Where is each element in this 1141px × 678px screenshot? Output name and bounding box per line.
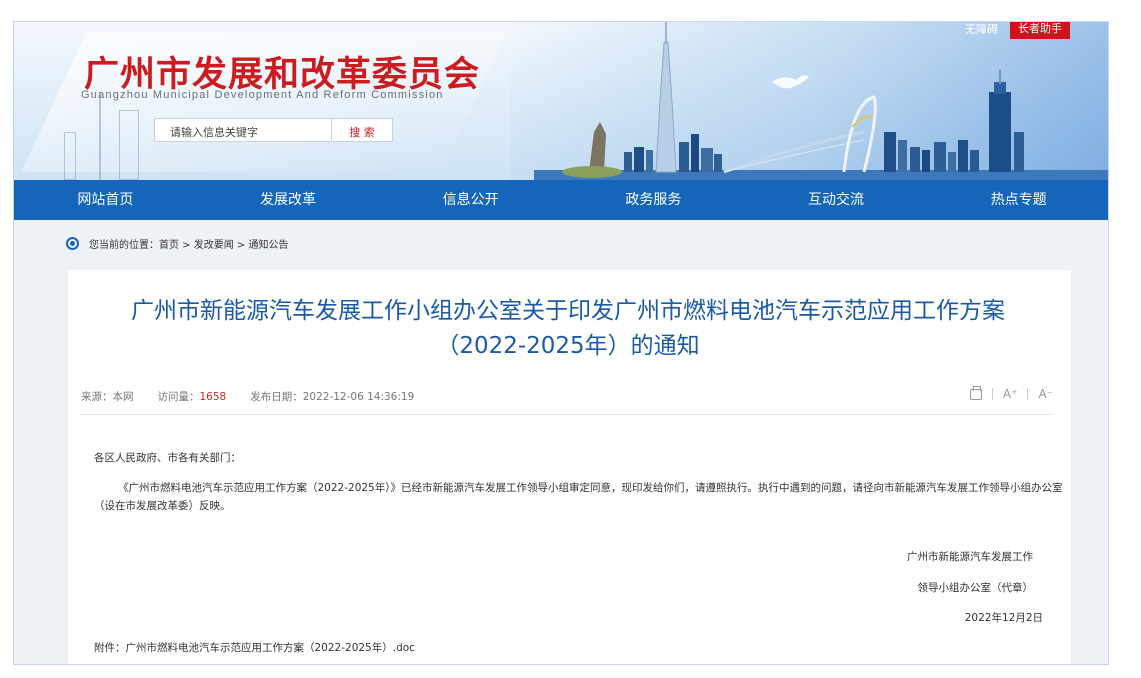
breadcrumb-text[interactable]: 您当前的位置：首页 > 发改要闻 > 通知公告 <box>89 236 288 251</box>
article-title-line1: 广州市新能源汽车发展工作小组办公室关于印发广州市燃料电池汽车示范应用工作方案 <box>131 298 1005 324</box>
article-title-line2: （2022-2025年）的通知 <box>436 333 700 359</box>
signature-date: 2022年12月2日 <box>964 612 1043 624</box>
signature-line1: 广州市新能源汽车发展工作 <box>907 551 1033 563</box>
attachment-link[interactable]: 附件：广州市燃料电池汽车示范应用工作方案（2022-2025年）.doc <box>94 640 415 655</box>
font-increase-button[interactable]: A⁺ <box>1003 387 1018 401</box>
location-pin-icon <box>66 237 79 250</box>
tool-separator <box>991 388 993 400</box>
page-frame: 无障碍 长者助手 广州市发展和改革委员会 Guangzhou Municipal… <box>13 21 1109 665</box>
nav-item-info-disclosure[interactable]: 信息公开 <box>379 180 562 220</box>
search-input[interactable]: 请输入信息关键字 <box>154 118 332 142</box>
tool-separator <box>1027 388 1029 400</box>
article-paragraph: 《广州市燃料电池汽车示范应用工作方案（2022-2025年）》已经市新能源汽车发… <box>94 482 1063 512</box>
search-button[interactable]: 搜 索 <box>332 118 393 142</box>
print-icon[interactable] <box>969 385 982 400</box>
article-meta: 来源：本网 访问量：1658 发布日期：2022-12-06 14:36:19 <box>81 389 414 404</box>
header-banner: 无障碍 长者助手 广州市发展和改革委员会 Guangzhou Municipal… <box>14 22 1108 180</box>
article-salutation: 各区人民政府、市各有关部门： <box>94 452 241 464</box>
signature-line2: 领导小组办公室（代章） <box>917 582 1034 594</box>
main-nav: 网站首页 发展改革 信息公开 政务服务 互动交流 热点专题 <box>14 180 1108 220</box>
article-title: 广州市新能源汽车发展工作小组办公室关于印发广州市燃料电池汽车示范应用工作方案 （… <box>88 294 1048 364</box>
city-skyline-illustration <box>534 22 1108 180</box>
header-top-links: 无障碍 长者助手 <box>965 22 1070 39</box>
site-subtitle: Guangzhou Municipal Development And Refo… <box>81 89 444 101</box>
building-outline <box>119 110 139 180</box>
article-card: 广州市新能源汽车发展工作小组办公室关于印发广州市燃料电池汽车示范应用工作方案 （… <box>68 270 1071 664</box>
building-outline <box>99 92 101 180</box>
article-tools: A⁺ A⁻ <box>969 385 1053 401</box>
nav-item-gov-services[interactable]: 政务服务 <box>562 180 745 220</box>
article-body: 各区人民政府、市各有关部门： 《广州市燃料电池汽车示范应用工作方案（2022-2… <box>94 449 1064 515</box>
elder-mode-button[interactable]: 长者助手 <box>1010 22 1070 39</box>
nav-item-development-reform[interactable]: 发展改革 <box>197 180 380 220</box>
views-label: 访问量： <box>157 391 200 403</box>
nav-item-hot-topics[interactable]: 热点专题 <box>927 180 1108 220</box>
building-outline <box>64 132 76 180</box>
nav-item-interaction[interactable]: 互动交流 <box>745 180 928 220</box>
article-date: 发布日期：2022-12-06 14:36:19 <box>250 391 415 403</box>
breadcrumb: 您当前的位置：首页 > 发改要闻 > 通知公告 <box>66 236 288 251</box>
meta-divider <box>81 414 1053 415</box>
article-source: 来源：本网 <box>81 391 134 403</box>
article-views: 访问量：1658 <box>158 389 227 404</box>
accessibility-link[interactable]: 无障碍 <box>965 22 998 37</box>
nav-item-home[interactable]: 网站首页 <box>14 180 197 220</box>
views-count: 1658 <box>199 391 227 403</box>
font-decrease-button[interactable]: A⁻ <box>1038 387 1053 401</box>
